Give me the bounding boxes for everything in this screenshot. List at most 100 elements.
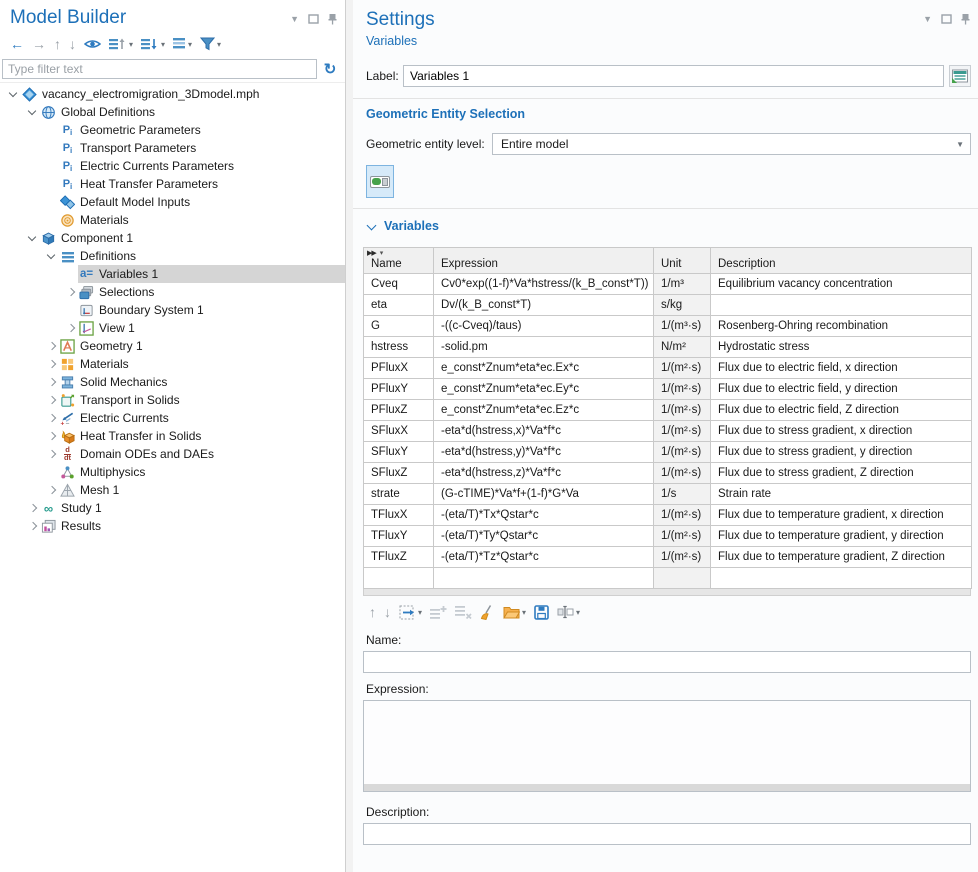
- tree-item-global-definitions[interactable]: Global Definitions: [0, 103, 345, 121]
- panel-splitter[interactable]: [346, 0, 353, 872]
- horizontal-scrollbar[interactable]: [363, 589, 971, 596]
- float-panel-icon[interactable]: [308, 14, 319, 24]
- cell-description-3[interactable]: Hydrostatic stress: [711, 337, 972, 358]
- cell-unit-4[interactable]: 1/(m²·s): [654, 358, 711, 379]
- panel-menu-icon[interactable]: ▼: [923, 14, 932, 25]
- cell-expression-2[interactable]: -((c-Cveq)/taus): [434, 316, 654, 337]
- cell-name-10[interactable]: strate: [364, 484, 434, 505]
- tree-item-selections[interactable]: Selections: [0, 283, 345, 301]
- refresh-icon[interactable]: ↻: [317, 60, 343, 78]
- filter-button[interactable]: ▾: [199, 34, 222, 54]
- cell-unit-8[interactable]: 1/(m²·s): [654, 442, 711, 463]
- create-reference-button[interactable]: [949, 65, 971, 87]
- tree-item-materials[interactable]: Materials: [0, 211, 345, 229]
- cell-description-7[interactable]: Flux due to stress gradient, x direction: [711, 421, 972, 442]
- show-toggle-button[interactable]: [83, 34, 102, 54]
- tree-item-vacancy-electromigration-3dmodel-mph[interactable]: vacancy_electromigration_3Dmodel.mph: [0, 85, 345, 103]
- move-to-button[interactable]: ▾: [398, 602, 423, 622]
- tree-item-solid-mechanics[interactable]: Solid Mechanics: [0, 373, 345, 391]
- cell-expression-14[interactable]: [434, 568, 654, 589]
- twisty-closed-icon[interactable]: [44, 355, 59, 373]
- tree-item-boundary-system-1[interactable]: Boundary System 1: [0, 301, 345, 319]
- cell-name-6[interactable]: PFluxZ: [364, 400, 434, 421]
- cell-name-5[interactable]: PFluxY: [364, 379, 434, 400]
- pin-panel-icon[interactable]: [961, 13, 970, 25]
- expression-textarea[interactable]: [364, 701, 970, 784]
- tree-item-component-1[interactable]: Component 1: [0, 229, 345, 247]
- twisty-closed-icon[interactable]: [44, 481, 59, 499]
- cell-unit-7[interactable]: 1/(m²·s): [654, 421, 711, 442]
- cell-unit-3[interactable]: N/m²: [654, 337, 711, 358]
- cell-expression-8[interactable]: -eta*d(hstress,y)*Va*f*c: [434, 442, 654, 463]
- cell-name-1[interactable]: eta: [364, 295, 434, 316]
- pin-panel-icon[interactable]: [328, 13, 337, 25]
- cell-unit-6[interactable]: 1/(m²·s): [654, 400, 711, 421]
- active-toggle-button[interactable]: [366, 165, 394, 198]
- move-down-button[interactable]: ↓: [383, 602, 392, 622]
- expand-all-button[interactable]: ▾: [140, 34, 166, 54]
- twisty-open-icon[interactable]: [6, 85, 21, 103]
- tree-item-electric-currents[interactable]: +−Electric Currents: [0, 409, 345, 427]
- tree-item-mesh-1[interactable]: Mesh 1: [0, 481, 345, 499]
- cell-expression-13[interactable]: -(eta/T)*Tz*Qstar*c: [434, 547, 654, 568]
- twisty-closed-icon[interactable]: [25, 499, 40, 517]
- panel-menu-icon[interactable]: ▼: [290, 14, 299, 25]
- entity-level-dropdown[interactable]: Entire model ▼: [492, 133, 971, 155]
- float-panel-icon[interactable]: [941, 14, 952, 24]
- column-header-unit[interactable]: Unit: [654, 248, 711, 274]
- tree-item-geometric-parameters[interactable]: PiGeometric Parameters: [0, 121, 345, 139]
- cell-expression-12[interactable]: -(eta/T)*Ty*Qstar*c: [434, 526, 654, 547]
- cell-description-9[interactable]: Flux due to stress gradient, Z direction: [711, 463, 972, 484]
- cell-expression-3[interactable]: -solid.pm: [434, 337, 654, 358]
- tree-item-electric-currents-parameters[interactable]: PiElectric Currents Parameters: [0, 157, 345, 175]
- move-down-button[interactable]: ↓: [68, 34, 77, 54]
- save-to-file-button[interactable]: [533, 602, 550, 622]
- cell-unit-10[interactable]: 1/s: [654, 484, 711, 505]
- cell-description-5[interactable]: Flux due to electric field, y direction: [711, 379, 972, 400]
- model-tree-node-text-button[interactable]: ▾: [172, 34, 193, 54]
- dropdown-caret-icon[interactable]: ▾: [129, 40, 133, 49]
- cell-expression-1[interactable]: Dv/(k_B_const*T): [434, 295, 654, 316]
- twisty-closed-icon[interactable]: [44, 337, 59, 355]
- twisty-closed-icon[interactable]: [63, 319, 78, 337]
- cell-expression-10[interactable]: (G-cTIME)*Va*f+(1-f)*G*Va: [434, 484, 654, 505]
- tree-item-materials[interactable]: Materials: [0, 355, 345, 373]
- twisty-closed-icon[interactable]: [44, 427, 59, 445]
- edit-variable-button[interactable]: ▾: [556, 602, 581, 622]
- cell-name-14[interactable]: [364, 568, 434, 589]
- cell-expression-0[interactable]: Cv0*exp((1-f)*Va*hstress/(k_B_const*T)): [434, 274, 654, 295]
- filter-input[interactable]: [2, 59, 317, 79]
- cell-name-4[interactable]: PFluxX: [364, 358, 434, 379]
- dropdown-caret-icon[interactable]: ▾: [522, 608, 526, 617]
- tree-item-definitions[interactable]: Definitions: [0, 247, 345, 265]
- cell-description-0[interactable]: Equilibrium vacancy concentration: [711, 274, 972, 295]
- cell-name-8[interactable]: SFluxY: [364, 442, 434, 463]
- cell-name-13[interactable]: TFluxZ: [364, 547, 434, 568]
- cell-description-12[interactable]: Flux due to temperature gradient, y dire…: [711, 526, 972, 547]
- column-header-description[interactable]: Description: [711, 248, 972, 274]
- cell-description-14[interactable]: [711, 568, 972, 589]
- twisty-closed-icon[interactable]: [44, 409, 59, 427]
- cell-expression-5[interactable]: e_const*Znum*eta*ec.Ey*c: [434, 379, 654, 400]
- dropdown-caret-icon[interactable]: ▾: [576, 608, 580, 617]
- cell-description-4[interactable]: Flux due to electric field, x direction: [711, 358, 972, 379]
- cell-name-2[interactable]: G: [364, 316, 434, 337]
- cell-expression-6[interactable]: e_const*Znum*eta*ec.Ez*c: [434, 400, 654, 421]
- cell-unit-2[interactable]: 1/(m³·s): [654, 316, 711, 337]
- tree-item-results[interactable]: Results: [0, 517, 345, 535]
- tree-item-heat-transfer-in-solids[interactable]: Heat Transfer in Solids: [0, 427, 345, 445]
- cell-expression-7[interactable]: -eta*d(hstress,x)*Va*f*c: [434, 421, 654, 442]
- clear-table-button[interactable]: [479, 602, 496, 622]
- dropdown-caret-icon[interactable]: ▾: [217, 40, 221, 49]
- cell-name-11[interactable]: TFluxX: [364, 505, 434, 526]
- horizontal-scrollbar[interactable]: [364, 784, 970, 791]
- cell-unit-12[interactable]: 1/(m²·s): [654, 526, 711, 547]
- column-header-expression[interactable]: Expression: [434, 248, 654, 274]
- tree-item-transport-parameters[interactable]: PiTransport Parameters: [0, 139, 345, 157]
- dropdown-caret-icon[interactable]: ▾: [161, 40, 165, 49]
- tree-item-domain-odes-and-daes[interactable]: ddtDomain ODEs and DAEs: [0, 445, 345, 463]
- tree-item-transport-in-solids[interactable]: Transport in Solids: [0, 391, 345, 409]
- tree-item-default-model-inputs[interactable]: Default Model Inputs: [0, 193, 345, 211]
- cell-expression-9[interactable]: -eta*d(hstress,z)*Va*f*c: [434, 463, 654, 484]
- cell-description-2[interactable]: Rosenberg-Ohring recombination: [711, 316, 972, 337]
